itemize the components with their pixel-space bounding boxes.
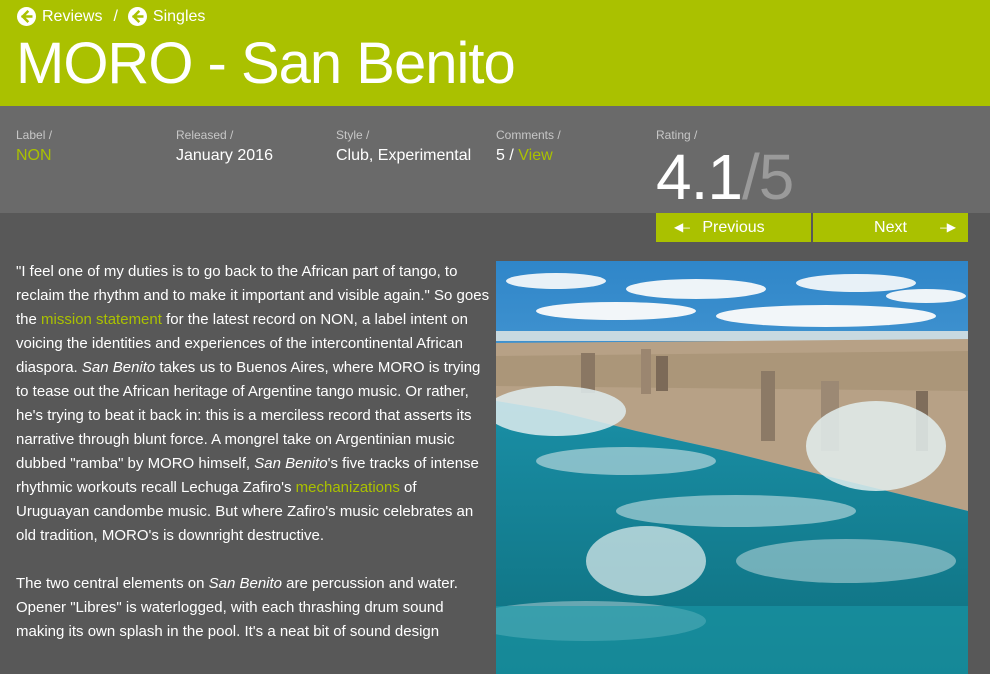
breadcrumb-singles[interactable]: Singles: [127, 7, 206, 26]
meta-rating-heading: Rating /: [656, 128, 698, 142]
album-title-italic: San Benito: [81, 359, 156, 376]
meta-released-heading: Released /: [176, 128, 234, 142]
rating-max: /5: [741, 141, 794, 213]
arrow-right-icon: –▶: [940, 220, 956, 234]
comments-count: 5: [496, 147, 505, 164]
comments-value: 5 / View: [496, 147, 561, 165]
meta-label-heading: Label /: [16, 128, 53, 142]
style-value: Club, Experimental: [336, 147, 472, 164]
rating-value: 4.1: [656, 141, 743, 213]
breadcrumb-singles-label: Singles: [152, 7, 206, 25]
album-title-italic: San Benito: [208, 575, 282, 592]
arrow-left-icon: ◀–: [674, 220, 690, 234]
previous-label: Previous: [702, 218, 765, 236]
meta-released: Released / January 2016: [176, 128, 273, 165]
arrow-left-circle-icon: [17, 7, 36, 26]
mechanizations-link[interactable]: mechanizations: [296, 479, 400, 496]
meta-label: Label / NON: [16, 128, 52, 165]
mission-statement-link[interactable]: mission statement: [41, 311, 162, 328]
album-cover-art: [496, 261, 968, 674]
comments-separator: /: [504, 147, 519, 164]
next-button[interactable]: Next –▶: [813, 213, 968, 242]
arrow-left-circle-icon: [127, 7, 147, 26]
text-run: The two central elements on: [16, 575, 209, 592]
breadcrumb-reviews[interactable]: Reviews: [17, 7, 102, 26]
review-paragraph: "I feel one of my duties is to go back t…: [16, 260, 490, 548]
meta-style-heading: Style /: [336, 128, 370, 142]
meta-style: Style / Club, Experimental: [336, 128, 471, 165]
review-body: "I feel one of my duties is to go back t…: [16, 260, 490, 668]
released-value: January 2016: [176, 147, 273, 164]
next-label: Next: [874, 218, 907, 236]
album-title-italic: San Benito: [254, 455, 328, 472]
breadcrumb-reviews-label: Reviews: [42, 7, 103, 25]
review-meta: Label / NON Released / January 2016 Styl…: [0, 106, 990, 213]
review-paragraph: The two central elements on San Benito a…: [16, 572, 490, 644]
page-header: Reviews / Singles MORO - San Benito: [0, 0, 990, 106]
comments-view-link[interactable]: View: [518, 147, 552, 164]
meta-rating: Rating /: [656, 128, 697, 142]
previous-button[interactable]: ◀– Previous: [656, 213, 811, 242]
page-title: MORO - San Benito: [16, 31, 516, 96]
meta-comments: Comments / 5 / View: [496, 128, 561, 165]
album-cover-image: [496, 261, 968, 674]
rating-score: 4.1/5: [656, 141, 794, 213]
breadcrumb-separator: /: [113, 7, 118, 25]
record-label-link[interactable]: NON: [16, 147, 52, 165]
meta-comments-heading: Comments /: [496, 128, 561, 142]
breadcrumb: Reviews / Singles: [17, 7, 205, 26]
